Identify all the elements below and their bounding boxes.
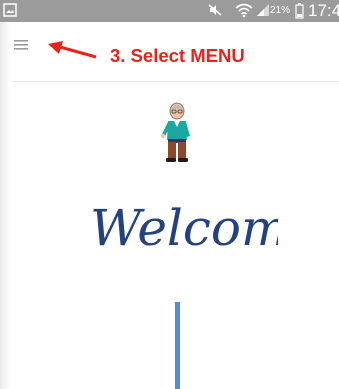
- status-bar: 21% 17:45: [0, 0, 339, 22]
- loading-indicator-bar: [175, 302, 180, 389]
- svg-text:Welcome: Welcome: [90, 199, 278, 257]
- gallery-icon: [3, 3, 17, 17]
- battery-percent: 21%: [270, 5, 291, 16]
- annotation-arrow-icon: [48, 41, 97, 59]
- status-clock: 17:45: [308, 1, 339, 20]
- annotation-instruction: 3. Select MENU: [110, 45, 245, 66]
- left-edge-shadow: [0, 0, 10, 389]
- mute-icon: [208, 4, 222, 16]
- wifi-icon: [235, 3, 253, 18]
- signal-icon: [257, 4, 269, 16]
- battery-icon: [295, 3, 304, 19]
- welcome-title: Welcome: [90, 199, 278, 257]
- hamburger-menu-icon[interactable]: [14, 37, 30, 53]
- old-man-character-icon: [161, 102, 190, 162]
